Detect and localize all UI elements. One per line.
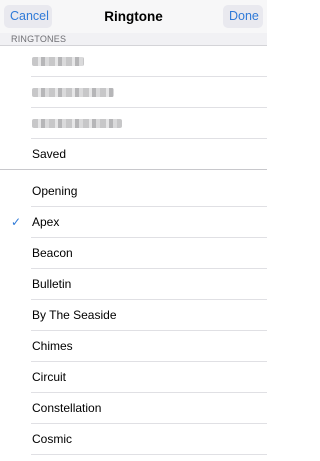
checkmark-icon: ✓ [11, 215, 22, 229]
tone-row-apex[interactable]: ✓ Apex [0, 207, 267, 238]
custom-tone-row[interactable] [0, 77, 267, 108]
tone-row-bulletin[interactable]: Bulletin [0, 269, 267, 300]
tone-label: By The Seaside [32, 308, 117, 322]
tone-label: Bulletin [32, 277, 72, 291]
tone-row-opening[interactable]: Opening [0, 176, 267, 207]
tone-row-by-the-seaside[interactable]: By The Seaside [0, 300, 267, 331]
section-header: RINGTONES [0, 33, 267, 46]
tone-label: Apex [32, 215, 60, 229]
tone-row-chimes[interactable]: Chimes [0, 331, 267, 362]
tone-row-beacon[interactable]: Beacon [0, 238, 267, 269]
tone-row-constellation[interactable]: Constellation [0, 393, 267, 424]
tone-label: Cosmic [32, 432, 73, 446]
custom-tone-row[interactable] [0, 46, 267, 77]
redacted-tone-name [32, 119, 122, 128]
standard-tones: Opening ✓ Apex Beacon Bulletin By The Se… [0, 176, 267, 455]
tone-row-circuit[interactable]: Circuit [0, 362, 267, 393]
tone-label: Constellation [32, 401, 102, 415]
tone-label: Saved [32, 147, 67, 161]
done-button[interactable]: Done [223, 5, 263, 28]
navigation-bar: Cancel Ringtone Done [0, 0, 267, 33]
tone-label: Opening [32, 184, 78, 198]
cancel-button[interactable]: Cancel [4, 5, 52, 28]
ringtone-list: Saved Opening ✓ Apex Beacon Bulletin By … [0, 46, 267, 455]
tone-row-cosmic[interactable]: Cosmic [0, 424, 267, 455]
redacted-tone-name [32, 88, 114, 97]
tone-label: Circuit [32, 370, 67, 384]
saved-tone-row[interactable]: Saved [0, 139, 267, 170]
tone-label: Beacon [32, 246, 73, 260]
custom-tone-row[interactable] [0, 108, 267, 139]
redacted-tone-name [32, 57, 84, 66]
section-header-label: RINGTONES [11, 34, 67, 44]
tone-label: Chimes [32, 339, 73, 353]
